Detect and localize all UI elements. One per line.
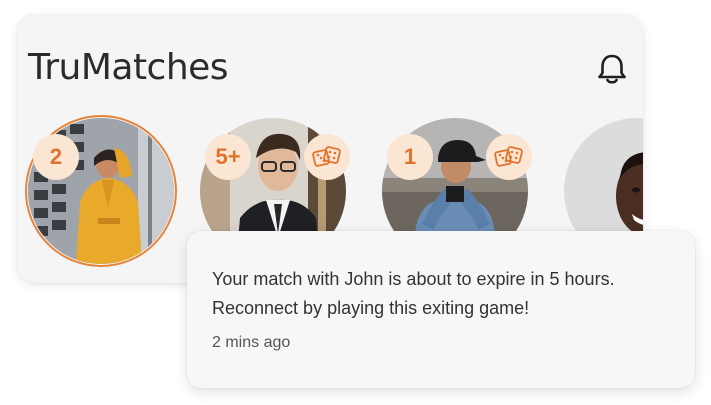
match-count-badge: 2 <box>33 134 79 180</box>
dice-icon <box>304 134 350 180</box>
notification-toast[interactable]: Your match with John is about to expire … <box>187 231 695 388</box>
match-count-badge: 1 <box>387 134 433 180</box>
match-count-badge: 5+ <box>205 134 251 180</box>
notification-timestamp: 2 mins ago <box>212 334 291 351</box>
screen: TruMatches 2 5+ 1 Your match with John i… <box>0 0 711 405</box>
dice-icon <box>486 134 532 180</box>
notification-message: Your match with John is about to expire … <box>212 269 615 318</box>
app-title: TruMatches <box>28 47 229 88</box>
bell-icon[interactable] <box>594 51 630 87</box>
match-item[interactable]: 2 <box>25 115 177 267</box>
